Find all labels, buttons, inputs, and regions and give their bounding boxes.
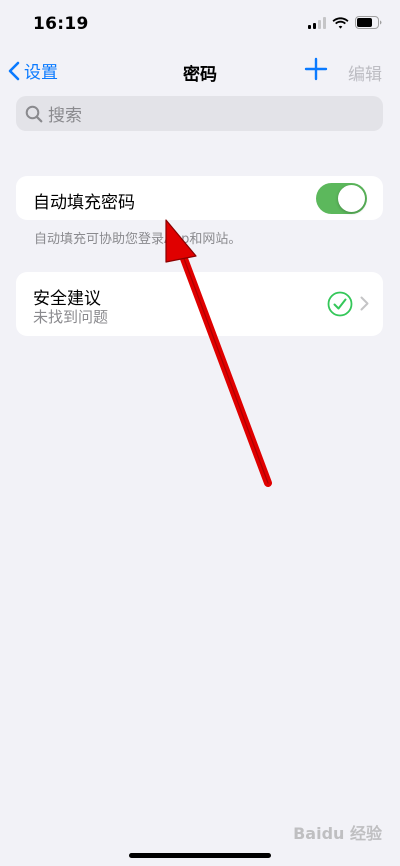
annotation-arrow-icon: [165, 219, 272, 487]
watermark: Baidu 经验: [293, 824, 382, 843]
home-indicator[interactable]: [129, 853, 271, 858]
